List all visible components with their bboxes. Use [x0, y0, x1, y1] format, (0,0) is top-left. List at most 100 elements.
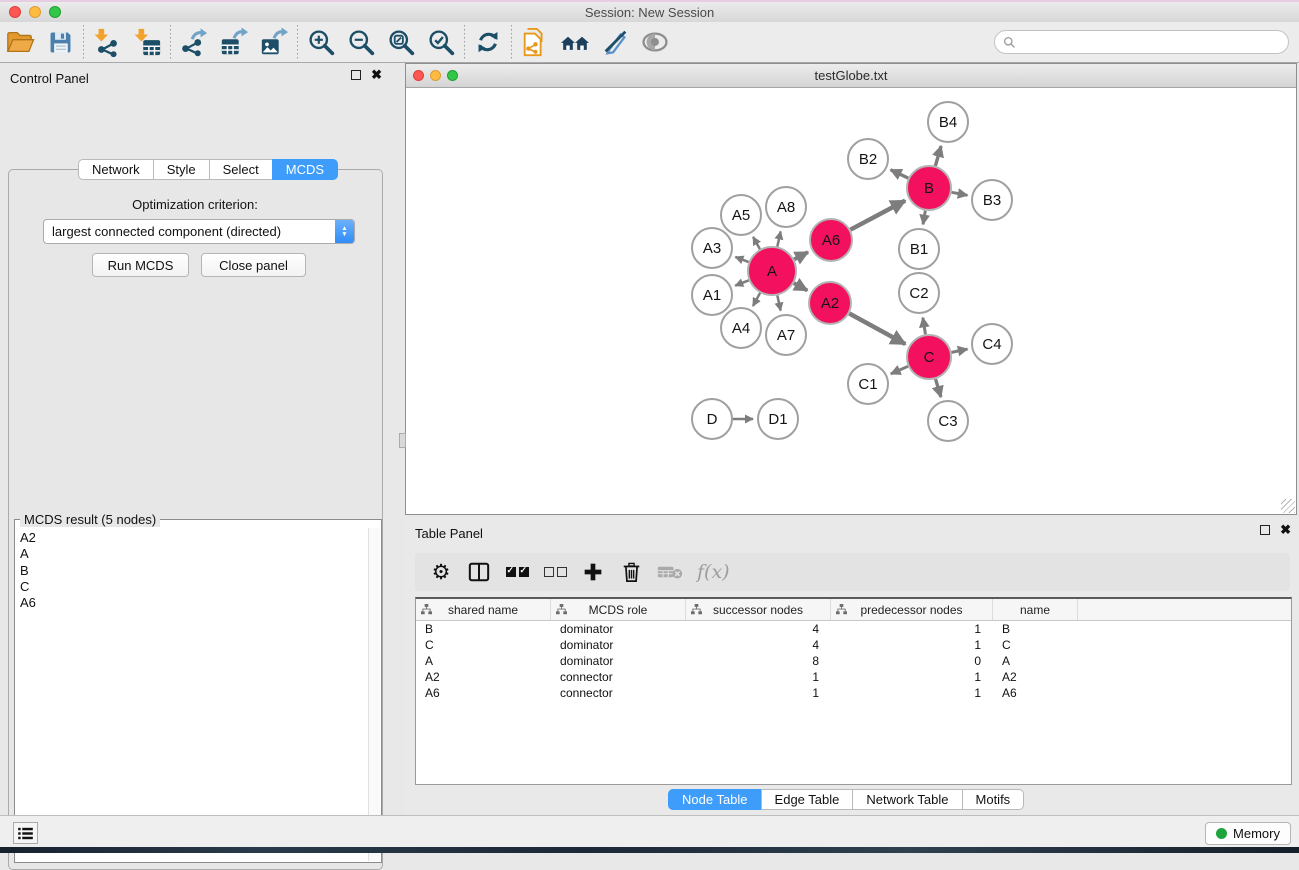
network-graph[interactable]: AA2A6BCA1A3A5A8A4A7B1B2B3B4C1C2C3C4DD1 — [406, 89, 1296, 514]
result-list-scrollbar[interactable] — [368, 528, 380, 861]
network-canvas[interactable]: AA2A6BCA1A3A5A8A4A7B1B2B3B4C1C2C3C4DD1 — [406, 89, 1296, 514]
edge-B-B1[interactable] — [923, 211, 925, 225]
table-cell[interactable]: A — [993, 654, 1078, 668]
export-table-button[interactable] — [214, 24, 254, 60]
edge-B-B2[interactable] — [891, 170, 909, 178]
edge-A-A1[interactable] — [735, 280, 749, 285]
float-panel-icon[interactable] — [351, 70, 361, 80]
resize-grip-icon[interactable] — [1281, 499, 1295, 513]
table-cell[interactable]: A2 — [993, 670, 1078, 684]
table-cell[interactable]: A6 — [993, 686, 1078, 700]
zoom-out-button[interactable] — [341, 24, 381, 60]
table-cell[interactable]: C — [416, 638, 551, 652]
edge-A-A4[interactable] — [753, 293, 760, 306]
edge-C-C4[interactable] — [952, 349, 968, 352]
edge-A-A2[interactable] — [794, 283, 807, 290]
edge-A-A8[interactable] — [777, 231, 780, 246]
export-network-button[interactable] — [174, 24, 214, 60]
table-cell[interactable]: dominator — [551, 622, 686, 636]
tab-select[interactable]: Select — [209, 159, 273, 180]
table-cell[interactable]: dominator — [551, 654, 686, 668]
tab-mcds[interactable]: MCDS — [272, 159, 338, 180]
open-session-button[interactable] — [0, 24, 40, 60]
edge-C-C1[interactable] — [891, 366, 908, 374]
table-cell[interactable]: 1 — [831, 686, 993, 700]
zoom-selected-button[interactable] — [421, 24, 461, 60]
zoom-in-button[interactable] — [301, 24, 341, 60]
result-list-item[interactable]: A6 — [20, 595, 368, 611]
export-image-button[interactable] — [254, 24, 294, 60]
mcds-result-list[interactable]: A2ABCA6 — [16, 528, 368, 861]
edge-A-A5[interactable] — [753, 237, 760, 249]
table-cell[interactable]: 1 — [686, 670, 831, 684]
table-cell[interactable]: 8 — [686, 654, 831, 668]
create-column-button[interactable] — [581, 558, 605, 586]
tab-edge-table[interactable]: Edge Table — [761, 789, 854, 810]
table-cell[interactable]: 1 — [831, 638, 993, 652]
table-cell[interactable]: connector — [551, 670, 686, 684]
zoom-fit-button[interactable] — [381, 24, 421, 60]
edge-A-A7[interactable] — [777, 295, 780, 310]
table-cell[interactable]: A — [416, 654, 551, 668]
table-cell[interactable]: 1 — [686, 686, 831, 700]
table-row[interactable]: Cdominator41C — [416, 637, 1291, 653]
table-cell[interactable]: A6 — [416, 686, 551, 700]
table-row[interactable]: Adominator80A — [416, 653, 1291, 669]
tab-network-table[interactable]: Network Table — [852, 789, 962, 810]
show-columns-button[interactable] — [467, 558, 491, 586]
close-panel-button[interactable]: Close panel — [201, 253, 306, 277]
table-cell[interactable]: 1 — [831, 622, 993, 636]
table-cell[interactable]: connector — [551, 686, 686, 700]
double-home-button[interactable] — [555, 24, 595, 60]
tab-style[interactable]: Style — [153, 159, 210, 180]
split-divider-grip[interactable] — [399, 433, 406, 448]
function-builder-button[interactable]: f(x) — [697, 558, 730, 586]
table-row[interactable]: Bdominator41B — [416, 621, 1291, 637]
table-cell[interactable]: 1 — [831, 670, 993, 684]
table-row[interactable]: A2connector11A2 — [416, 669, 1291, 685]
column-header-shared-name[interactable]: shared name — [416, 599, 551, 620]
edge-B-B4[interactable] — [935, 146, 941, 166]
edge-C-C3[interactable] — [936, 379, 941, 397]
table-row[interactable]: A6connector11A6 — [416, 685, 1291, 701]
delete-column-button[interactable] — [619, 558, 643, 586]
show-graphics-details-button[interactable] — [635, 24, 675, 60]
run-mcds-button[interactable]: Run MCDS — [92, 253, 189, 277]
table-cell[interactable]: 4 — [686, 638, 831, 652]
import-network-button[interactable] — [87, 24, 127, 60]
result-list-item[interactable]: A2 — [20, 530, 368, 546]
column-header-predecessor-nodes[interactable]: predecessor nodes — [831, 599, 993, 620]
search-field[interactable] — [994, 30, 1289, 54]
table-cell[interactable]: C — [993, 638, 1078, 652]
select-all-button[interactable] — [505, 558, 529, 586]
table-settings-button[interactable]: ⚙ — [429, 558, 453, 586]
table-cell[interactable]: 4 — [686, 622, 831, 636]
deselect-all-button[interactable] — [543, 558, 567, 586]
edge-C-C2[interactable] — [923, 318, 926, 335]
edge-A2-C[interactable] — [849, 314, 905, 345]
import-table-button[interactable] — [127, 24, 167, 60]
close-panel-icon[interactable]: ✖ — [371, 70, 382, 80]
table-cell[interactable]: B — [416, 622, 551, 636]
memory-button[interactable]: Memory — [1205, 822, 1291, 845]
result-list-item[interactable]: C — [20, 579, 368, 595]
column-header-mcds-role[interactable]: MCDS role — [551, 599, 686, 620]
new-network-from-selection-button[interactable] — [515, 24, 555, 60]
table-cell[interactable]: A2 — [416, 670, 551, 684]
column-header-name[interactable]: name — [993, 599, 1078, 620]
criterion-dropdown[interactable]: largest connected component (directed) ▲… — [43, 219, 355, 244]
save-session-button[interactable] — [40, 24, 80, 60]
float-table-panel-icon[interactable] — [1260, 525, 1270, 535]
table-cell[interactable]: B — [993, 622, 1078, 636]
edge-B-B3[interactable] — [952, 192, 968, 195]
tab-motifs[interactable]: Motifs — [962, 789, 1025, 810]
edge-A6-B[interactable] — [850, 201, 905, 230]
column-header-successor-nodes[interactable]: successor nodes — [686, 599, 831, 620]
tab-network[interactable]: Network — [78, 159, 154, 180]
refresh-view-button[interactable] — [468, 24, 508, 60]
result-list-item[interactable]: A — [20, 546, 368, 562]
tab-node-table[interactable]: Node Table — [668, 789, 762, 810]
table-cell[interactable]: dominator — [551, 638, 686, 652]
edge-A-A3[interactable] — [735, 257, 748, 262]
delete-table-button[interactable] — [657, 558, 683, 586]
